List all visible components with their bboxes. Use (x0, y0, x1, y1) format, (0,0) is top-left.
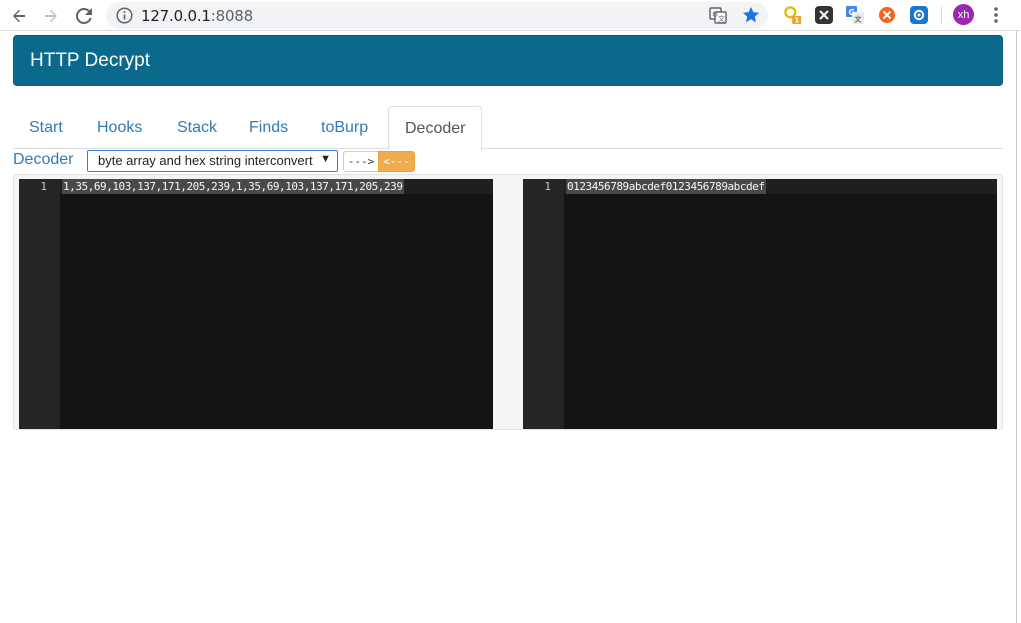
left-code-editor[interactable]: 1 1,35,69,103,137,171,205,239,1,35,69,10… (19, 179, 493, 429)
toolbar-separator (941, 6, 942, 24)
tab-start[interactable]: Start (13, 106, 79, 149)
line-number: 1 (544, 180, 551, 193)
profile-avatar[interactable]: xh (953, 4, 974, 25)
left-editor-content[interactable]: 1,35,69,103,137,171,205,239,1,35,69,103,… (62, 179, 404, 194)
url-port: :8088 (210, 7, 253, 25)
address-bar[interactable]: 127.0.0.1:8088 G文 (106, 2, 768, 29)
reload-icon[interactable] (73, 5, 95, 27)
decoder-label: Decoder (13, 151, 74, 168)
line-number: 1 (40, 180, 47, 193)
app-title: HTTP Decrypt (30, 50, 151, 71)
avatar-initials: xh (957, 8, 970, 21)
convert-forward-button[interactable]: ---> (343, 151, 379, 172)
app-header: HTTP Decrypt (13, 35, 1003, 86)
scrollbar-edge (1016, 31, 1017, 623)
svg-text:1: 1 (794, 16, 799, 25)
back-arrow-icon[interactable] (8, 5, 30, 27)
dropdown-arrow-icon: ▼ (320, 153, 331, 165)
tab-hooks[interactable]: Hooks (81, 106, 158, 149)
info-icon[interactable] (116, 7, 133, 24)
right-code-editor[interactable]: 1 0123456789abcdef0123456789abcdef (523, 179, 997, 429)
line-gutter (523, 179, 564, 429)
translate-icon[interactable]: G文 (709, 6, 727, 24)
kebab-menu-icon[interactable] (990, 5, 1002, 25)
right-editor-content[interactable]: 0123456789abcdef0123456789abcdef (566, 179, 766, 194)
blue-extension-icon[interactable] (910, 6, 928, 24)
url-host: 127.0.0.1 (141, 7, 211, 25)
line-gutter (19, 179, 60, 429)
google-translate-icon[interactable]: G文 (846, 6, 864, 24)
url-text: 127.0.0.1:8088 (141, 7, 253, 25)
tab-stack[interactable]: Stack (161, 106, 233, 149)
tab-finds[interactable]: Finds (233, 106, 304, 149)
decoder-mode-select[interactable]: byte array and hex string interconvert ▼ (87, 150, 338, 172)
tab-bar: Start Hooks Stack Finds toBurp Decoder (13, 106, 1003, 150)
svg-text:文: 文 (855, 15, 863, 24)
convert-backward-button[interactable]: <--- (378, 151, 415, 172)
tab-toburp[interactable]: toBurp (305, 106, 384, 149)
browser-toolbar: 127.0.0.1:8088 G文 1 G文 xh (0, 0, 1021, 31)
svg-text:文: 文 (718, 14, 725, 23)
orange-extension-icon[interactable] (878, 6, 896, 24)
tab-decoder[interactable]: Decoder (388, 106, 483, 150)
decoder-mode-value: byte array and hex string interconvert (98, 153, 313, 168)
key-extension-icon[interactable]: 1 (784, 6, 802, 25)
bookmark-star-icon[interactable] (742, 6, 760, 24)
forward-arrow-icon[interactable] (40, 5, 62, 27)
x-extension-icon[interactable] (815, 6, 833, 24)
